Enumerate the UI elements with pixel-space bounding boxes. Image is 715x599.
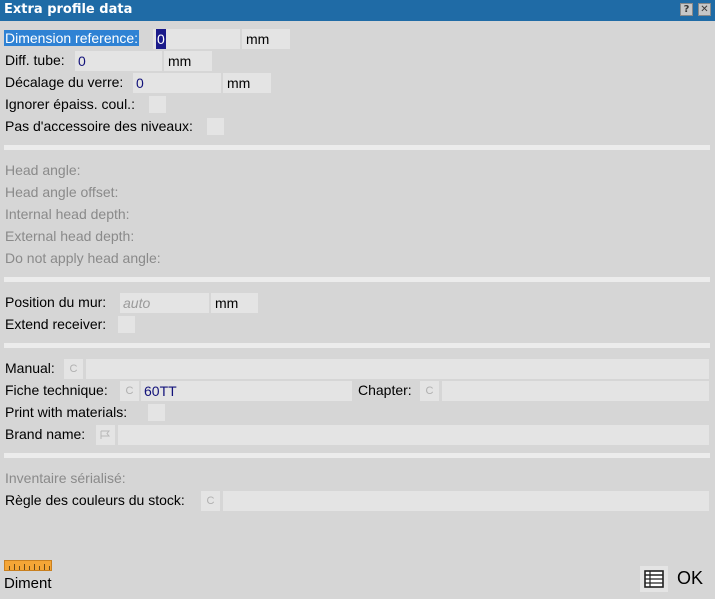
diff-tube-unit[interactable]: mm xyxy=(164,51,212,71)
fiche-technique-c-button[interactable]: C xyxy=(120,381,139,401)
dimension-reference-row: Dimension reference: 0 mm xyxy=(0,29,715,49)
close-button[interactable]: ✕ xyxy=(698,3,711,16)
separator xyxy=(4,453,710,458)
external-head-depth-label: External head depth: xyxy=(5,228,135,244)
extend-receiver-row: Extend receiver: xyxy=(0,315,715,335)
fiche-technique-label: Fiche technique: xyxy=(5,382,108,398)
decalage-row: Décalage du verre: 0 mm xyxy=(0,73,715,93)
manual-input[interactable] xyxy=(86,359,709,379)
regle-couleurs-row: Règle des couleurs du stock: C xyxy=(0,491,715,511)
ignorer-checkbox[interactable] xyxy=(149,96,166,113)
ok-button[interactable]: OK xyxy=(674,566,710,592)
fiche-technique-row: Fiche technique: C 60TT Chapter: C xyxy=(0,381,715,401)
diment-label: Diment xyxy=(4,575,52,592)
chapter-c-button[interactable]: C xyxy=(420,381,439,401)
extend-receiver-checkbox[interactable] xyxy=(118,316,135,333)
decalage-input[interactable]: 0 xyxy=(133,73,221,93)
pas-accessoire-label: Pas d'accessoire des niveaux: xyxy=(5,118,193,134)
do-not-apply-label: Do not apply head angle: xyxy=(5,250,161,266)
separator xyxy=(4,277,710,282)
brand-name-label: Brand name: xyxy=(5,426,86,442)
regle-couleurs-label: Règle des couleurs du stock: xyxy=(5,492,185,508)
position-mur-unit[interactable]: mm xyxy=(211,293,258,313)
ok-label: OK xyxy=(677,568,704,588)
diff-tube-row: Diff. tube: 0 mm xyxy=(0,51,715,71)
diff-tube-input[interactable]: 0 xyxy=(75,51,162,71)
ruler-icon xyxy=(4,560,52,571)
print-materials-label: Print with materials: xyxy=(5,404,128,420)
extend-receiver-label: Extend receiver: xyxy=(5,316,107,332)
print-materials-checkbox[interactable] xyxy=(148,404,165,421)
ignorer-label: Ignorer épaiss. coul.: xyxy=(5,96,135,112)
manual-label: Manual: xyxy=(5,360,55,376)
window-title: Extra profile data xyxy=(4,2,133,17)
grid-button[interactable] xyxy=(640,566,668,592)
regle-couleurs-input[interactable] xyxy=(223,491,709,511)
brand-flag-button[interactable] xyxy=(96,425,115,445)
position-mur-label: Position du mur: xyxy=(5,294,107,310)
ignorer-row: Ignorer épaiss. coul.: xyxy=(0,95,715,115)
dimension-reference-label: Dimension reference: xyxy=(4,30,140,46)
decalage-unit[interactable]: mm xyxy=(223,73,271,93)
chapter-label: Chapter: xyxy=(358,382,412,398)
dimension-reference-unit[interactable]: mm xyxy=(242,29,290,49)
decalage-label: Décalage du verre: xyxy=(5,74,124,90)
flag-icon xyxy=(100,430,111,440)
brand-name-row: Brand name: xyxy=(0,425,715,445)
manual-c-button[interactable]: C xyxy=(64,359,83,379)
separator xyxy=(4,145,710,150)
manual-row: Manual: C xyxy=(0,359,715,379)
inventaire-label: Inventaire sérialisé: xyxy=(5,470,126,486)
position-mur-input[interactable]: auto xyxy=(120,293,209,313)
help-button[interactable]: ? xyxy=(680,3,693,16)
diff-tube-label: Diff. tube: xyxy=(5,52,65,68)
diment-button[interactable]: Diment xyxy=(2,560,56,594)
head-angle-label: Head angle: xyxy=(5,162,81,178)
dimension-reference-input[interactable]: 0 xyxy=(153,29,240,49)
fiche-technique-input[interactable]: 60TT xyxy=(141,381,352,401)
position-mur-row: Position du mur: auto mm xyxy=(0,293,715,313)
regle-couleurs-c-button[interactable]: C xyxy=(201,491,220,511)
separator xyxy=(4,343,710,348)
head-angle-offset-label: Head angle offset: xyxy=(5,184,119,200)
title-bar: Extra profile data ? ✕ xyxy=(0,0,715,21)
internal-head-depth-label: Internal head depth: xyxy=(5,206,130,222)
table-icon xyxy=(644,570,664,588)
pas-accessoire-checkbox[interactable] xyxy=(207,118,224,135)
chapter-input[interactable] xyxy=(442,381,709,401)
print-materials-row: Print with materials: xyxy=(0,403,715,423)
pas-accessoire-row: Pas d'accessoire des niveaux: xyxy=(0,117,715,137)
brand-name-input[interactable] xyxy=(118,425,709,445)
